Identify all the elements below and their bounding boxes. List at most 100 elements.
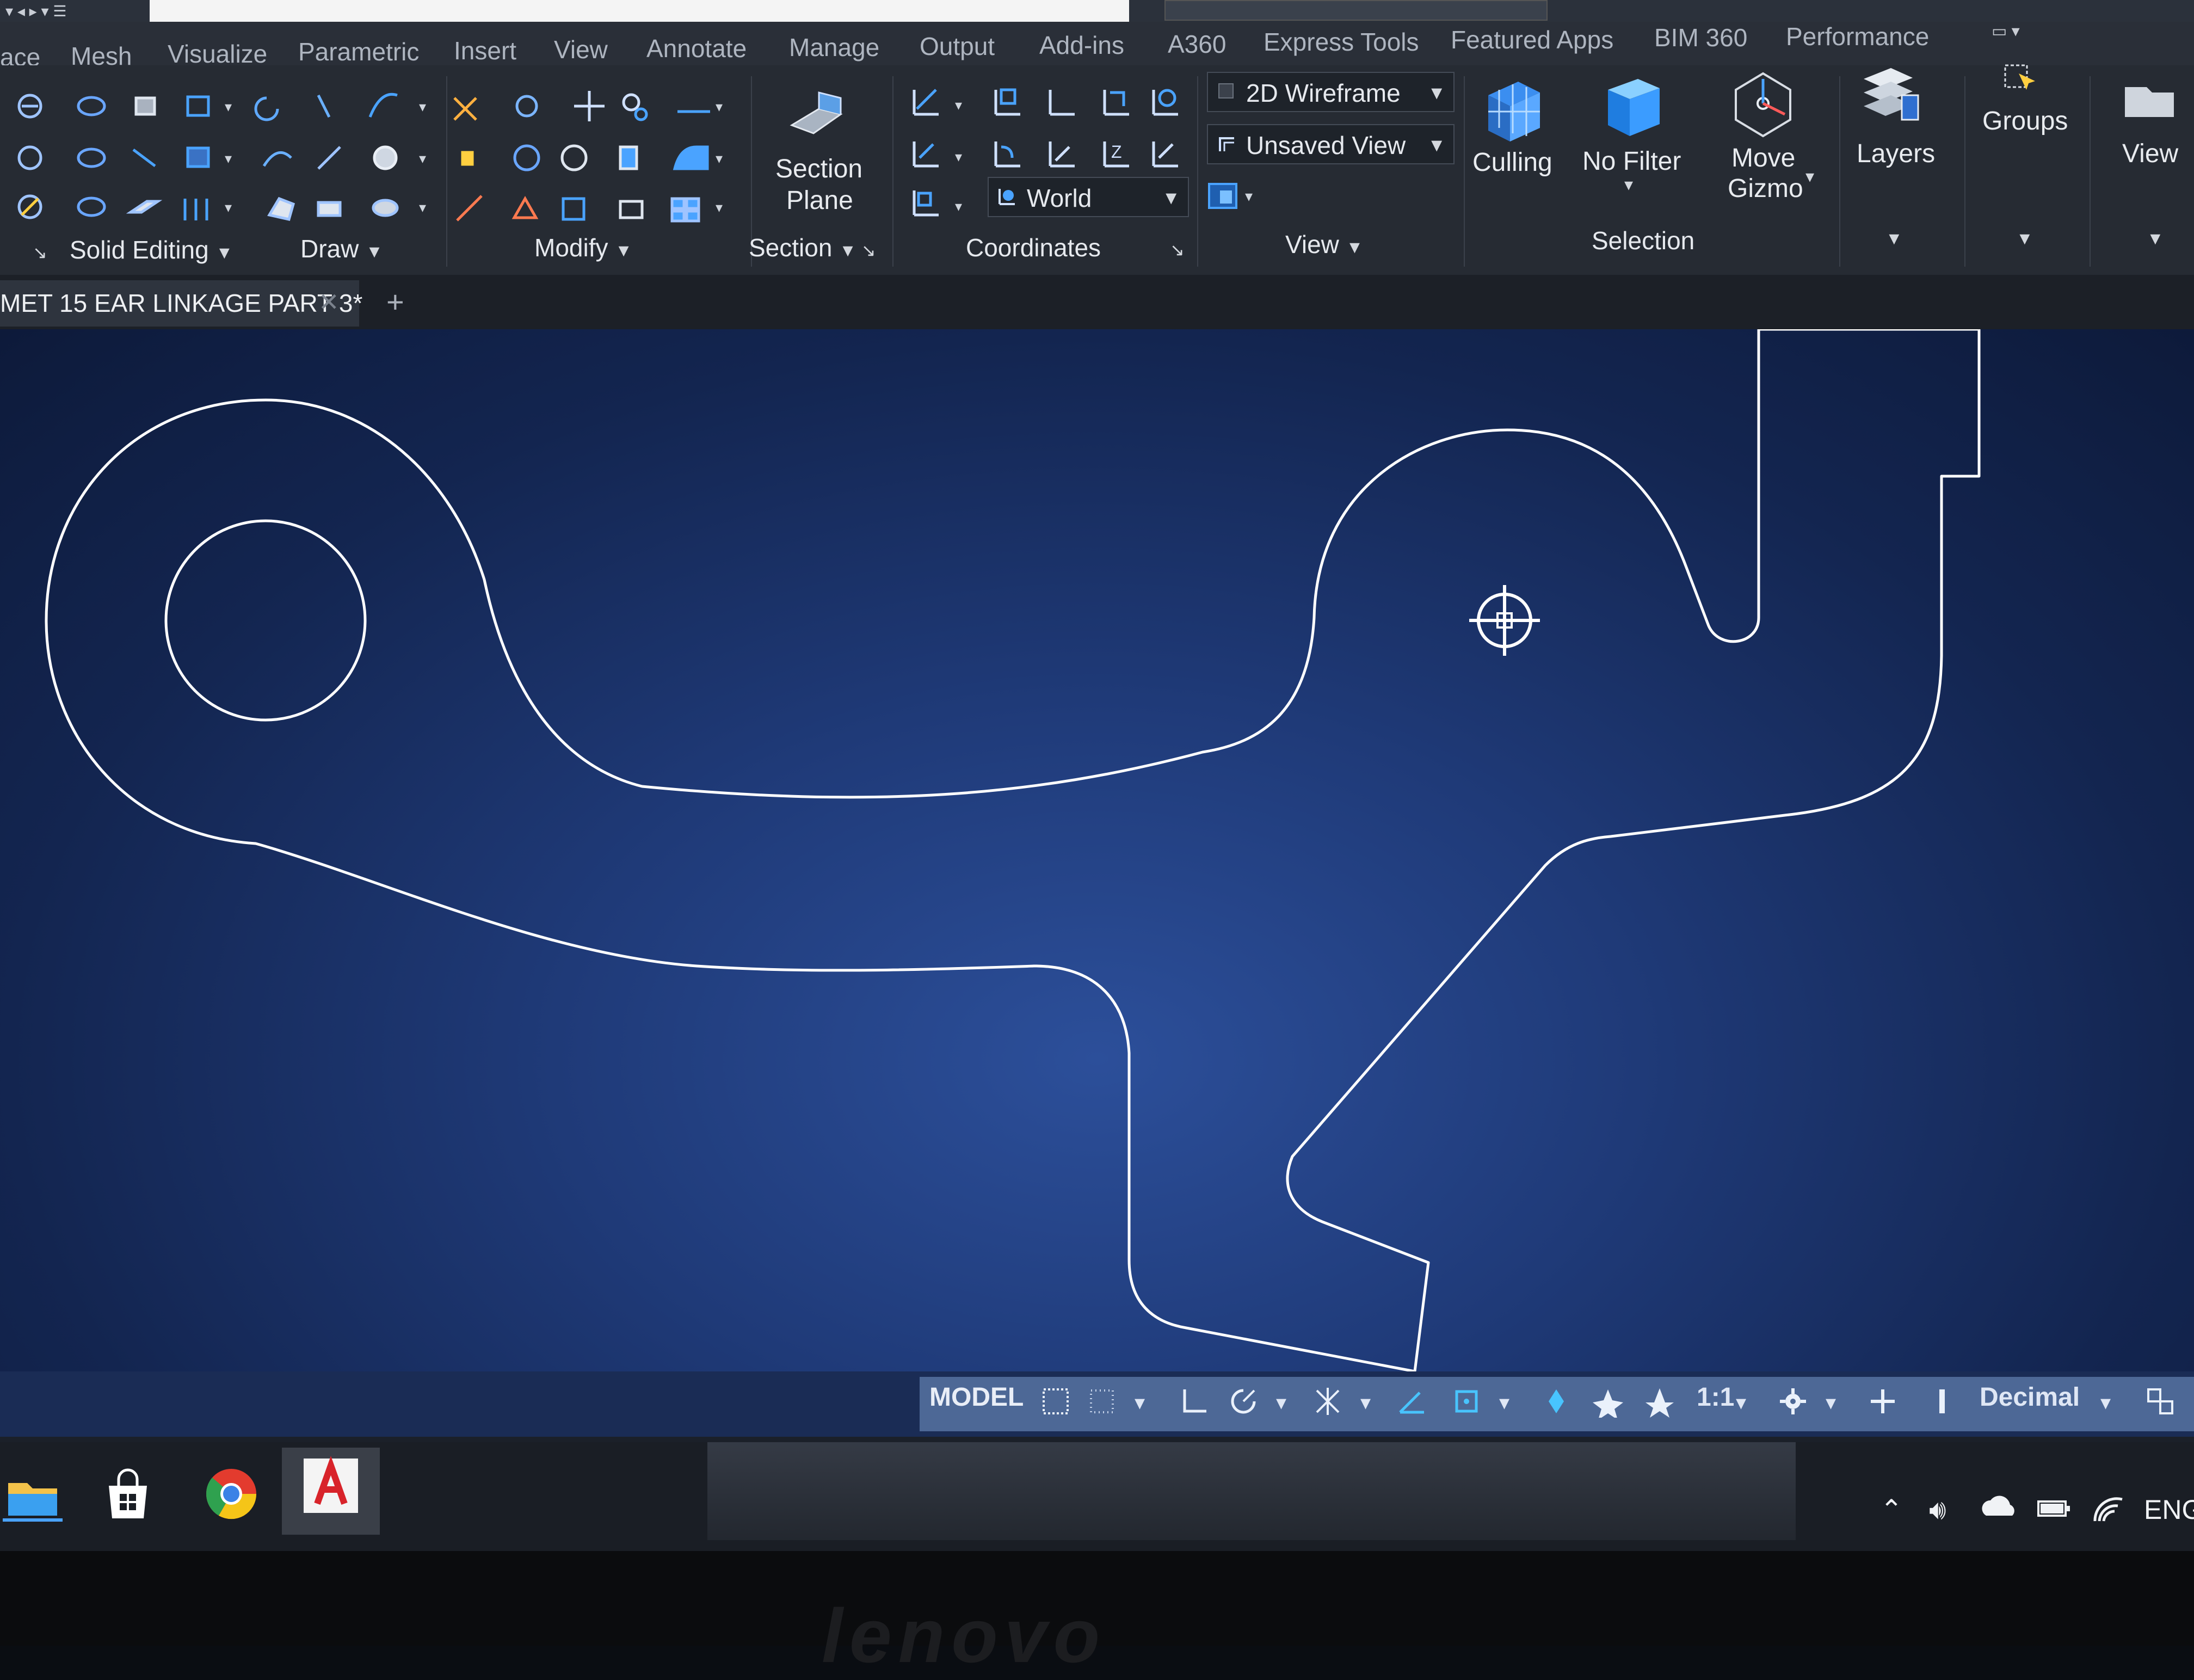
ortho-icon[interactable] (1178, 1385, 1211, 1418)
ucs-dropdown[interactable]: World ▼ (988, 177, 1189, 217)
tab-manage[interactable]: Manage (789, 33, 879, 62)
ribbon-minimize-button[interactable]: ▭ ▾ (1992, 22, 2046, 44)
units-caret[interactable]: ▾ (2100, 1390, 2111, 1415)
auto-scale-icon[interactable] (1592, 1385, 1624, 1418)
groups-expand[interactable]: ▼ (2016, 229, 2033, 249)
language-indicator[interactable]: ENG (2144, 1494, 2194, 1525)
section-plane-label-2[interactable]: Plane (786, 185, 853, 217)
svg-text:▾: ▾ (225, 99, 232, 115)
view-panel-expand[interactable]: ▼ (2147, 229, 2164, 249)
panel-label-solid-editing[interactable]: Solid Editing ▼ (70, 235, 233, 264)
visual-style-value: 2D Wireframe (1246, 79, 1401, 107)
move-gizmo-caret[interactable]: ▾ (1805, 166, 1814, 187)
no-filter-label[interactable]: No Filter (1582, 146, 1681, 177)
snap-icon[interactable] (1086, 1385, 1118, 1418)
new-tab-button[interactable]: + (386, 284, 404, 319)
volume-icon[interactable]: 🔊︎ (1929, 1494, 1946, 1526)
tab-express-tools[interactable]: Express Tools (1264, 27, 1419, 57)
annotation-scale-value[interactable]: 1:1 (1697, 1382, 1734, 1412)
plus-icon[interactable] (1866, 1385, 1899, 1418)
quick-properties-icon[interactable] (1926, 1385, 1959, 1418)
customize-icon[interactable] (2144, 1385, 2177, 1418)
named-view-dropdown[interactable]: Unsaved View ▼ (1207, 124, 1455, 164)
groups-label[interactable]: Groups (1982, 106, 2068, 137)
panel-label-section[interactable]: Section ▼ ↘ (749, 233, 876, 262)
battery-icon[interactable] (2035, 1494, 2073, 1521)
chevron-up-icon[interactable]: ⌃ (1880, 1494, 1903, 1525)
object-snap-icon[interactable] (1450, 1385, 1483, 1418)
panel-divider (2090, 76, 2091, 267)
store-icon[interactable] (98, 1464, 158, 1524)
move-gizmo-label-2[interactable]: Gizmo (1728, 173, 1803, 205)
object-snap-tracking-icon[interactable] (1396, 1385, 1428, 1418)
move-gizmo-icon[interactable] (1730, 68, 1796, 139)
visual-style-dropdown[interactable]: 2D Wireframe ▼ (1207, 72, 1455, 112)
units-dropdown[interactable]: Decimal (1980, 1382, 2080, 1412)
no-filter-icon[interactable] (1600, 71, 1665, 141)
onedrive-icon[interactable] (1981, 1494, 2019, 1521)
isodraft-icon[interactable] (1311, 1385, 1344, 1418)
tab-a360[interactable]: A360 (1168, 29, 1226, 59)
tab-parametric[interactable]: Parametric (298, 37, 419, 66)
workspace-gear-icon[interactable] (1777, 1385, 1809, 1418)
autocad-icon[interactable] (301, 1456, 361, 1516)
tab-performance[interactable]: Performance (1786, 22, 1929, 51)
groups-icon[interactable] (2002, 60, 2035, 98)
panel-divider (892, 76, 893, 267)
tab-bim-360[interactable]: BIM 360 (1654, 23, 1747, 52)
section-plane-label-1[interactable]: Section (775, 153, 862, 185)
tab-output[interactable]: Output (920, 32, 995, 61)
snap-menu-caret[interactable]: ▾ (1135, 1390, 1145, 1415)
svg-text:▾: ▾ (1245, 188, 1253, 205)
panel-divider (1839, 76, 1840, 267)
file-tab-label[interactable]: MET 15 EAR LINKAGE PART 3* (0, 288, 362, 318)
model-space-button[interactable]: MODEL (929, 1382, 1024, 1412)
annotation-scale-icon[interactable] (1643, 1385, 1676, 1418)
object-snap-menu-caret[interactable]: ▾ (1499, 1390, 1509, 1415)
tab-visualize[interactable]: Visualize (168, 39, 267, 69)
panel-label-modify[interactable]: Modify ▼ (534, 233, 632, 262)
viewport-config-icon[interactable]: ▾ (1207, 180, 1267, 212)
polar-menu-caret[interactable]: ▾ (1276, 1390, 1286, 1415)
panel-label-draw[interactable]: Draw ▼ (300, 234, 383, 263)
layers-expand[interactable]: ▼ (1885, 229, 1903, 249)
no-filter-caret[interactable]: ▾ (1624, 174, 1633, 195)
svg-text:▾: ▾ (716, 150, 723, 167)
wifi-icon[interactable] (2090, 1494, 2128, 1527)
tab-annotate[interactable]: Annotate (646, 34, 747, 63)
grid-icon[interactable] (1039, 1385, 1072, 1418)
layers-label[interactable]: Layers (1857, 138, 1935, 170)
view-panel-icon[interactable] (2119, 76, 2179, 120)
svg-text:▾: ▾ (955, 149, 962, 165)
view-panel-label[interactable]: View (2122, 138, 2178, 170)
quick-access-toolbar[interactable]: ▾ ◂ ▸ ▾ ☰ (5, 2, 66, 20)
layers-icon[interactable] (1858, 63, 1924, 133)
panel-label-selection: Selection (1592, 226, 1695, 255)
tab-add-ins[interactable]: Add-ins (1039, 30, 1124, 60)
workspace-menu-caret[interactable]: ▾ (1826, 1390, 1836, 1415)
annotation-visibility-icon[interactable] (1540, 1385, 1573, 1418)
panel-divider (1964, 76, 1965, 267)
culling-icon[interactable] (1480, 73, 1545, 144)
tab-featured-apps[interactable]: Featured Apps (1451, 25, 1613, 54)
tool-icon-grid[interactable]: ▾ ▾ ▾ ▾ ▾ ▾ ▾ ▾ ▾ (0, 82, 745, 234)
annotation-scale-caret[interactable]: ▾ (1736, 1390, 1746, 1415)
svg-text:▾: ▾ (225, 199, 232, 216)
polar-tracking-icon[interactable] (1227, 1385, 1260, 1418)
search-box[interactable] (1164, 0, 1548, 21)
svg-text:▾: ▾ (225, 150, 232, 167)
panel-label-coordinates[interactable]: Coordinates (966, 233, 1101, 262)
svg-text:▾: ▾ (716, 99, 723, 115)
chrome-icon[interactable] (201, 1464, 261, 1524)
solid-editing-launcher[interactable]: ↘ (33, 242, 47, 263)
isodraft-menu-caret[interactable]: ▾ (1360, 1390, 1371, 1415)
section-plane-icon[interactable] (786, 87, 846, 141)
tab-insert[interactable]: Insert (454, 36, 516, 65)
tab-view[interactable]: View (554, 35, 608, 64)
close-icon[interactable]: ✕ (318, 287, 340, 317)
coordinates-launcher[interactable]: ↘ (1170, 239, 1185, 260)
panel-label-view[interactable]: View ▼ (1285, 230, 1363, 259)
file-explorer-icon[interactable] (3, 1464, 63, 1524)
move-gizmo-label-1[interactable]: Move (1731, 143, 1795, 174)
culling-label[interactable]: Culling (1472, 147, 1552, 179)
